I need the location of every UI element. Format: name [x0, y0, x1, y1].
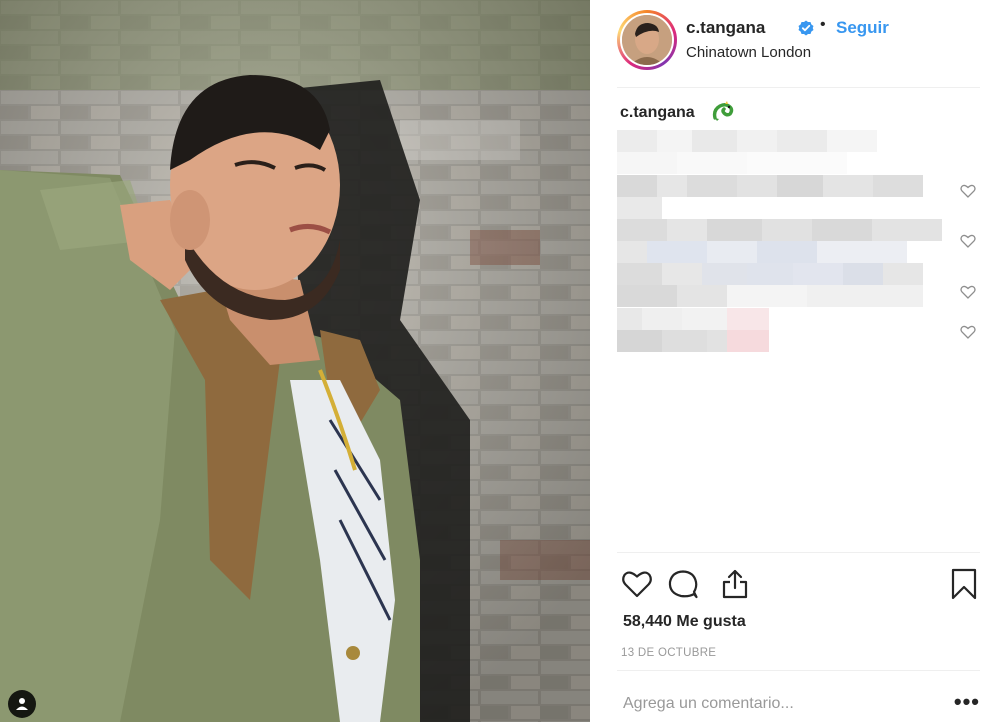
- header-separator: •: [820, 16, 826, 33]
- more-options-button[interactable]: •••: [954, 689, 980, 715]
- header-username[interactable]: c.tangana: [686, 18, 765, 38]
- post-photo[interactable]: [0, 0, 590, 722]
- blurred-comment: [617, 219, 942, 241]
- likes-count[interactable]: 58,440 Me gusta: [623, 613, 746, 631]
- follow-button[interactable]: Seguir: [836, 18, 889, 38]
- blurred-comment: [617, 197, 662, 219]
- post-action-bar: [617, 552, 980, 612]
- blurred-comment: [617, 308, 769, 330]
- comment-like-small-heart-icon[interactable]: [960, 184, 976, 198]
- share-icon[interactable]: [719, 568, 751, 600]
- blurred-caption-line: [617, 152, 847, 174]
- post-header: c.tangana • Seguir Chinatown London: [617, 10, 980, 88]
- avatar[interactable]: [617, 10, 677, 70]
- blurred-comment: [617, 241, 907, 263]
- comment-icon[interactable]: [667, 568, 699, 600]
- dragon-emoji-icon: [712, 101, 734, 121]
- avatar-image: [622, 15, 672, 65]
- post-date[interactable]: 13 DE OCTUBRE: [621, 647, 716, 659]
- post-photo-image: [0, 0, 590, 722]
- caption-username[interactable]: c.tangana: [620, 104, 695, 122]
- comment-bar: •••: [617, 670, 980, 722]
- comment-like-small-heart-icon[interactable]: [960, 285, 976, 299]
- bookmark-icon[interactable]: [948, 568, 980, 600]
- blurred-caption-line: [617, 130, 877, 152]
- blurred-comment: [617, 175, 923, 197]
- blurred-comment: [617, 263, 923, 285]
- heart-icon[interactable]: [621, 568, 653, 600]
- post-details-panel: c.tangana • Seguir Chinatown London c.ta…: [590, 0, 1000, 722]
- user-tag-button[interactable]: [8, 690, 36, 718]
- blurred-comment: [617, 330, 769, 352]
- blurred-comment: [617, 285, 923, 307]
- user-tag-icon: [16, 698, 28, 710]
- comment-input[interactable]: [623, 695, 933, 713]
- location-link[interactable]: Chinatown London: [686, 44, 811, 61]
- comment-like-small-heart-icon[interactable]: [960, 234, 976, 248]
- verified-badge-icon: [798, 20, 814, 36]
- comment-like-small-heart-icon[interactable]: [960, 325, 976, 339]
